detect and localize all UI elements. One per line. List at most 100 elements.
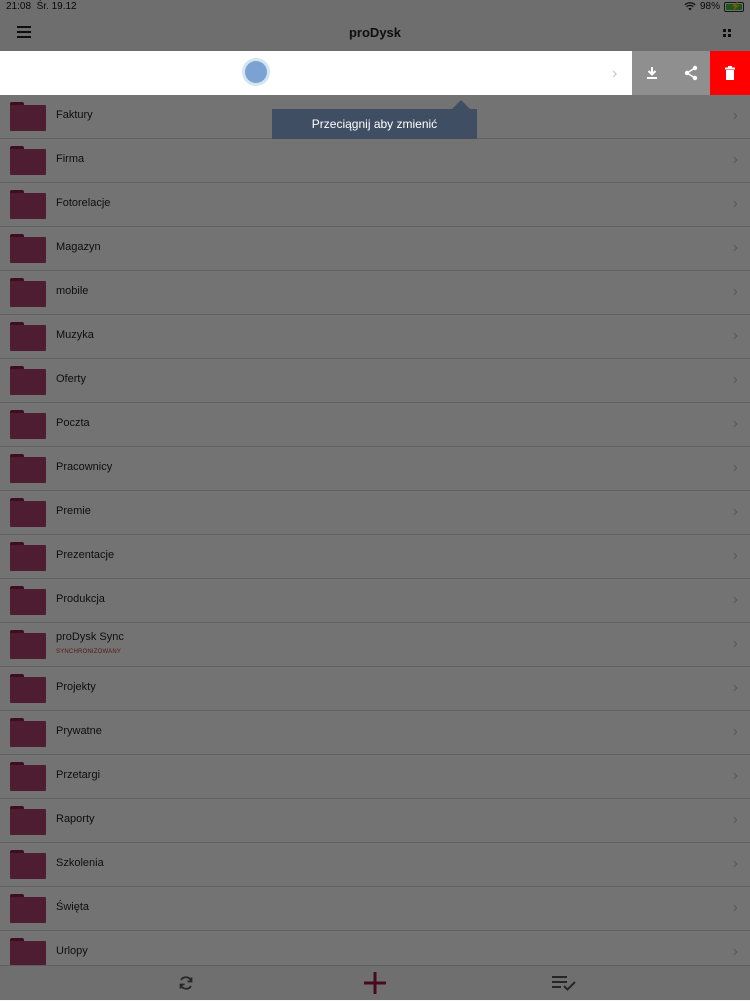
swipe-hint-tooltip: Przeciągnij aby zmienić bbox=[272, 100, 477, 139]
folder-name: Muzyka bbox=[56, 329, 94, 341]
list-item[interactable]: Premie › bbox=[0, 491, 750, 535]
sync-icon[interactable] bbox=[177, 974, 195, 992]
status-left: 21:08 Śr. 19.12 bbox=[6, 1, 77, 12]
folder-name: proDysk Sync bbox=[56, 631, 124, 643]
list-item[interactable]: Firma › bbox=[0, 139, 750, 183]
status-bar: 21:08 Śr. 19.12 98% ⚡ bbox=[0, 0, 750, 14]
chevron-right-icon: › bbox=[732, 899, 738, 916]
battery-icon: ⚡ bbox=[724, 0, 744, 12]
list-item[interactable]: Produkcja › bbox=[0, 579, 750, 623]
nav-bar: proDysk bbox=[0, 14, 750, 51]
folder-name: Produkcja bbox=[56, 593, 105, 605]
folder-name: Projekty bbox=[56, 681, 96, 693]
chevron-right-icon: › bbox=[732, 283, 738, 300]
grid-icon[interactable] bbox=[723, 29, 731, 37]
list-item[interactable]: Przetargi › bbox=[0, 755, 750, 799]
chevron-right-icon: › bbox=[732, 459, 738, 476]
folder-icon bbox=[10, 938, 46, 967]
folder-icon bbox=[10, 102, 46, 131]
folder-name: Szkolenia bbox=[56, 857, 104, 869]
chevron-right-icon: › bbox=[732, 151, 738, 168]
folder-name: Raporty bbox=[56, 813, 95, 825]
chevron-right-icon: › bbox=[732, 503, 738, 520]
delete-button[interactable] bbox=[710, 51, 750, 95]
bottom-toolbar bbox=[0, 965, 750, 1001]
chevron-right-icon: › bbox=[732, 855, 738, 872]
queue-check-icon[interactable] bbox=[551, 974, 577, 992]
chevron-right-icon: › bbox=[732, 679, 738, 696]
status-time: 21:08 bbox=[6, 1, 32, 12]
folder-icon bbox=[10, 146, 46, 175]
chevron-right-icon: › bbox=[732, 723, 738, 740]
list-item[interactable]: Poczta › bbox=[0, 403, 750, 447]
folder-icon bbox=[10, 322, 46, 351]
chevron-right-icon: › bbox=[732, 767, 738, 784]
list-item[interactable]: mobile › bbox=[0, 271, 750, 315]
list-item[interactable]: Raporty › bbox=[0, 799, 750, 843]
folder-icon bbox=[10, 410, 46, 439]
folder-name: Magazyn bbox=[56, 241, 101, 253]
download-button[interactable] bbox=[632, 51, 671, 95]
list-item[interactable]: Muzyka › bbox=[0, 315, 750, 359]
list-item[interactable]: proDysk Sync SYNCHRONIZOWANY › bbox=[0, 623, 750, 667]
chevron-right-icon: › bbox=[732, 371, 738, 388]
folder-name: Oferty bbox=[56, 373, 86, 385]
share-button[interactable] bbox=[671, 51, 710, 95]
charging-bolt-icon: ⚡ bbox=[730, 0, 742, 11]
folder-name: Urlopy bbox=[56, 945, 88, 957]
page-title: proDysk bbox=[348, 25, 402, 40]
folder-name: Poczta bbox=[56, 417, 90, 429]
folder-icon bbox=[10, 586, 46, 615]
folder-name: Prezentacje bbox=[56, 549, 115, 561]
list-item[interactable]: Prywatne › bbox=[0, 711, 750, 755]
battery-percent: 98% bbox=[699, 1, 720, 12]
list-item[interactable]: Fotorelacje › bbox=[0, 183, 750, 227]
folder-icon bbox=[10, 454, 46, 483]
wifi-icon bbox=[684, 2, 696, 11]
folder-name: Premie bbox=[56, 505, 91, 517]
folder-name: mobile bbox=[56, 285, 89, 297]
download-icon bbox=[646, 67, 657, 79]
folder-icon bbox=[10, 630, 46, 659]
folder-name: Pracownicy bbox=[56, 461, 113, 473]
folder-icon bbox=[10, 542, 46, 571]
status-date: Śr. 19.12 bbox=[36, 1, 77, 12]
folder-icon bbox=[10, 498, 46, 527]
chevron-right-icon: › bbox=[732, 327, 738, 344]
folder-icon bbox=[10, 366, 46, 395]
share-icon bbox=[684, 65, 697, 81]
status-right: 98% ⚡ bbox=[684, 1, 744, 12]
list-item[interactable]: Projekty › bbox=[0, 667, 750, 711]
plus-icon[interactable] bbox=[362, 970, 388, 996]
chevron-right-icon: › bbox=[732, 239, 738, 256]
folder-icon bbox=[10, 278, 46, 307]
folder-icon bbox=[10, 762, 46, 791]
list-item[interactable]: Szkolenia › bbox=[0, 843, 750, 887]
folder-icon bbox=[10, 190, 46, 219]
sync-status-label: SYNCHRONIZOWANY bbox=[56, 649, 122, 655]
list-item[interactable]: Święta › bbox=[0, 887, 750, 931]
list-item[interactable]: Oferty › bbox=[0, 359, 750, 403]
chevron-right-icon: › bbox=[732, 635, 738, 652]
folder-list: Faktury › Firma › Fotorelacje › Magazyn › mobile… bbox=[0, 95, 750, 975]
trash-icon bbox=[725, 66, 735, 80]
chevron-right-icon: › bbox=[732, 591, 738, 608]
list-item[interactable]: Pracownicy › bbox=[0, 447, 750, 491]
folder-icon bbox=[10, 894, 46, 923]
swipe-row[interactable]: › bbox=[0, 51, 750, 95]
folder-icon bbox=[10, 806, 46, 835]
list-item[interactable]: Prezentacje › bbox=[0, 535, 750, 579]
chevron-right-icon: › bbox=[732, 415, 738, 432]
list-item[interactable]: Magazyn › bbox=[0, 227, 750, 271]
drag-handle[interactable] bbox=[245, 61, 267, 83]
folder-name: Święta bbox=[56, 901, 90, 913]
chevron-right-icon: › bbox=[732, 943, 738, 960]
folder-icon bbox=[10, 850, 46, 879]
chevron-right-icon: › bbox=[732, 107, 738, 124]
folder-name: Fotorelacje bbox=[56, 197, 111, 209]
folder-name: Firma bbox=[56, 153, 85, 165]
folder-name: Faktury bbox=[56, 109, 93, 121]
chevron-right-icon: › bbox=[732, 811, 738, 828]
chevron-right-icon: › bbox=[732, 547, 738, 564]
folder-icon bbox=[10, 674, 46, 703]
